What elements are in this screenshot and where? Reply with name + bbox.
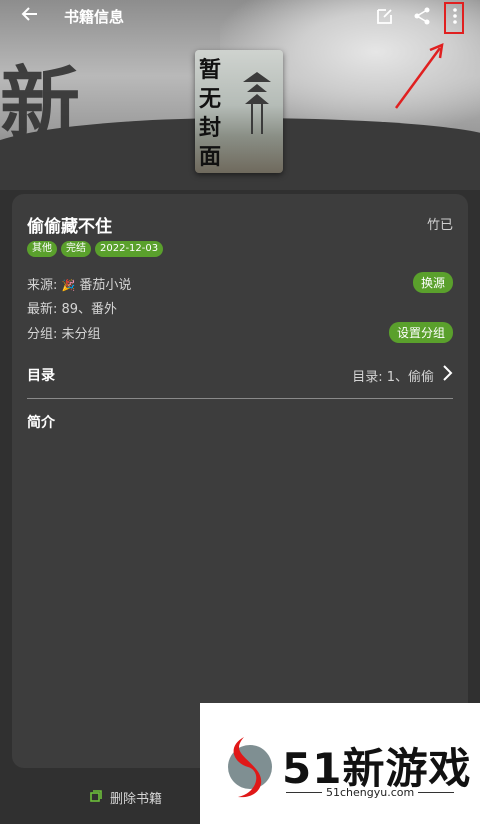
back-arrow-icon[interactable]: [18, 4, 42, 28]
tag-date: 2022-12-03: [95, 241, 164, 257]
toc-current[interactable]: 目录: 1、偷偷: [352, 366, 434, 385]
watermark: 51新游戏 51chengyu.com: [200, 703, 480, 824]
tag-list: 其他 完结 2022-12-03: [27, 241, 164, 257]
source-label: 来源:: [27, 278, 62, 293]
book-info-card: 偷偷藏不住 竹已 其他 完结 2022-12-03 来源: 🎉 番茄小说 换源 …: [12, 194, 468, 768]
set-group-button[interactable]: 设置分组: [388, 322, 453, 343]
share-icon[interactable]: [411, 5, 433, 27]
divider: [27, 398, 453, 399]
highlight-box: [444, 2, 464, 34]
book-title: 偷偷藏不住: [27, 217, 112, 237]
tag-category: 其他: [27, 241, 57, 257]
group-row: 分组: 未分组: [27, 327, 101, 342]
annotation-arrow: [394, 42, 444, 109]
edit-icon[interactable]: [374, 5, 396, 27]
top-app-bar: 书籍信息: [0, 0, 480, 34]
watermark-line-left: [286, 792, 322, 793]
intro-label: 简介: [27, 415, 55, 431]
cover-placeholder-text: 暂无封面: [199, 57, 222, 170]
source-name: 番茄小说: [79, 278, 132, 293]
chevron-right-icon[interactable]: [442, 364, 454, 387]
delete-book-icon: [90, 789, 102, 806]
watermark-logo: [228, 737, 272, 798]
watermark-line-right: [418, 792, 454, 793]
delete-book-button[interactable]: 删除书籍: [90, 788, 162, 807]
book-cover[interactable]: 暂无封面: [195, 50, 283, 173]
book-author: 竹已: [426, 218, 453, 233]
source-row: 来源: 🎉 番茄小说: [27, 274, 131, 293]
delete-book-label: 删除书籍: [110, 792, 163, 807]
change-source-button[interactable]: 换源: [412, 272, 453, 293]
latest-chapter: 最新: 89、番外: [27, 302, 118, 317]
pavilion-image: [243, 72, 271, 134]
tag-status: 完结: [61, 241, 91, 257]
page-title: 书籍信息: [64, 8, 125, 26]
toc-label[interactable]: 目录: [27, 365, 55, 385]
source-icon: 🎉: [61, 279, 76, 292]
watermark-url: 51chengyu.com: [326, 786, 415, 799]
